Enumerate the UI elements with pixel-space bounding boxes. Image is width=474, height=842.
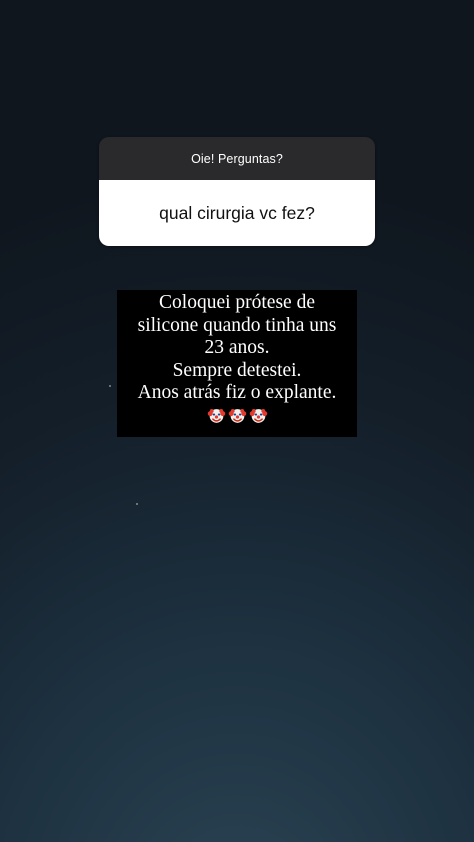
question-sticker-header: Oie! Perguntas?	[99, 137, 375, 180]
answer-line-3: 23 anos.	[204, 337, 270, 358]
question-sticker[interactable]: Oie! Perguntas? qual cirurgia vc fez?	[99, 137, 375, 246]
answer-line-4: Sempre detestei.	[172, 359, 302, 381]
answer-line-2: silicone quando tinha uns	[137, 314, 337, 336]
clown-face-icon	[207, 408, 225, 423]
question-sticker-body: qual cirurgia vc fez?	[99, 180, 375, 246]
clown-face-icon	[249, 408, 267, 423]
star-1	[109, 385, 111, 387]
emoji-row	[117, 406, 357, 425]
answer-line-1: Coloquei prótese de	[159, 292, 315, 313]
answer-text-box: Coloquei prótese de silicone quando tinh…	[117, 290, 357, 437]
question-text: qual cirurgia vc fez?	[159, 202, 315, 223]
star-2	[136, 503, 138, 505]
clown-face-icon	[228, 408, 246, 423]
answer-line-5: Anos atrás fiz o explante.	[137, 382, 337, 403]
question-sticker-title: Oie! Perguntas?	[191, 151, 283, 166]
